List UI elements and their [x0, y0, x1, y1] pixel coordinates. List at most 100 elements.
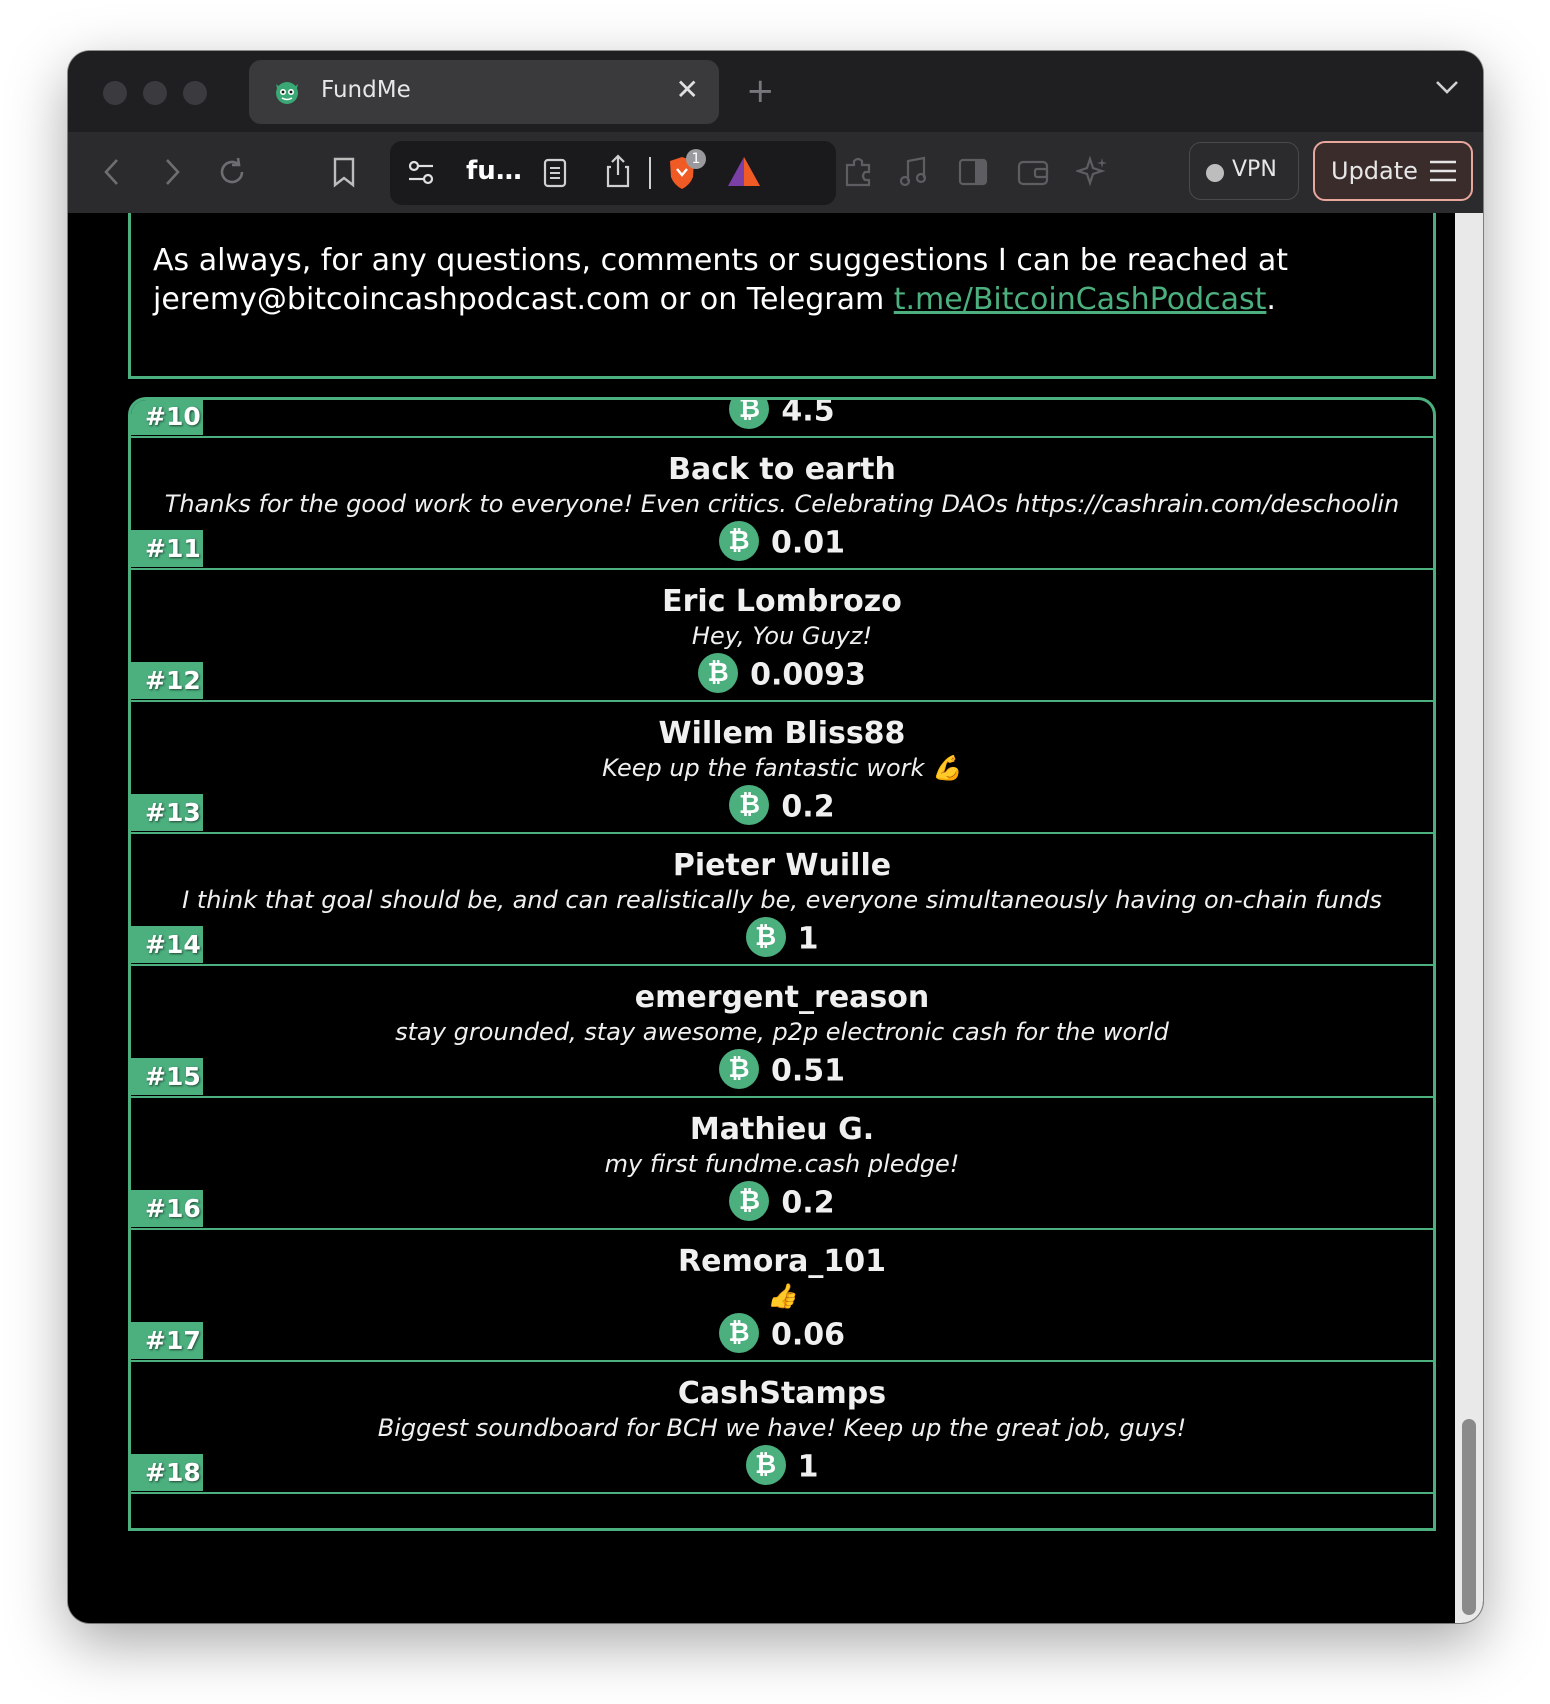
bitcoin-cash-icon: ₿	[718, 521, 759, 561]
sidebar-toggle-icon[interactable]	[953, 152, 993, 192]
pledge-rank-badge: #17	[131, 1322, 203, 1359]
close-window-button[interactable]	[103, 81, 127, 105]
pledge-amount: ₿ 4.5	[131, 397, 1433, 432]
hamburger-menu-icon	[1430, 160, 1456, 182]
pledge-name: CashStamps	[677, 1376, 887, 1411]
pledge-amount-value: 1	[797, 1449, 819, 1485]
pledge-amount-value: 0.2	[781, 789, 835, 825]
pledge-message: Hey, You Guyz!	[691, 622, 873, 650]
row-divider	[131, 1360, 1433, 1362]
pledge-rank-badge: #12	[131, 662, 203, 699]
pledge-amount-value: 0.01	[770, 525, 846, 561]
tab-title: FundMe	[321, 77, 411, 103]
pledge-name: Back to earth	[668, 452, 896, 487]
update-menu-button[interactable]: Update	[1313, 141, 1473, 201]
address-bar[interactable]: fu… 1	[390, 141, 836, 205]
site-settings-icon[interactable]	[406, 159, 436, 187]
pledge-rank-badge: #11	[131, 530, 203, 567]
toolbar: fu… 1 VPN Update	[68, 132, 1483, 213]
brave-rewards-icon[interactable]	[726, 155, 762, 189]
pledge-rank-badge: #16	[131, 1190, 203, 1227]
bitcoin-cash-icon: ₿	[729, 400, 770, 429]
pledge-amount: ₿ 0.01	[131, 521, 1433, 564]
pledge-amount-value: 4.5	[781, 397, 835, 429]
scrollbar[interactable]	[1455, 213, 1483, 1623]
pledge-message: 👍	[767, 1282, 797, 1310]
row-divider	[131, 568, 1433, 570]
pledge-rank-badge: #13	[131, 794, 203, 831]
pledge-amount-value: 0.0093	[750, 657, 866, 693]
pledge-message: my first fundme.cash pledge!	[604, 1150, 960, 1178]
pledge-message: Keep up the fantastic work 💪	[602, 754, 962, 782]
title-bar: FundMe ✕ +	[68, 51, 1483, 132]
bitcoin-cash-icon: ₿	[718, 1049, 759, 1089]
pledge-name: Mathieu G.	[689, 1112, 875, 1147]
leo-ai-icon[interactable]	[1073, 152, 1113, 192]
chevron-down-icon[interactable]	[1433, 77, 1461, 97]
pledge-name: Eric Lombrozo	[662, 584, 902, 619]
pledge-rank-badge: #15	[131, 1058, 203, 1095]
update-label: Update	[1331, 157, 1418, 185]
pledge-name: Remora_101	[678, 1244, 886, 1279]
forward-icon[interactable]	[152, 152, 192, 192]
scrollbar-thumb[interactable]	[1462, 1419, 1476, 1615]
pledge-amount-value: 0.51	[770, 1053, 846, 1089]
bitcoin-cash-icon: ₿	[745, 917, 786, 957]
pledge-amount-value: 0.2	[781, 1185, 835, 1221]
pledge-amount: ₿ 0.2	[131, 1181, 1433, 1224]
row-divider	[131, 964, 1433, 966]
pledge-amount-value: 0.06	[770, 1317, 846, 1353]
bitcoin-cash-icon: ₿	[698, 653, 739, 693]
browser-window: FundMe ✕ + fu… 1 VPN Update As always, f…	[68, 51, 1483, 1623]
pledge-amount: ₿ 1	[131, 917, 1433, 960]
pledge-amount: ₿ 0.0093	[131, 653, 1433, 696]
bitcoin-cash-icon: ₿	[745, 1445, 786, 1485]
row-divider	[131, 700, 1433, 702]
pledge-rank-badge: #18	[131, 1454, 203, 1491]
pledge-amount-value: 1	[797, 921, 819, 957]
reload-icon[interactable]	[212, 152, 252, 192]
pledge-amount: ₿ 0.06	[131, 1313, 1433, 1356]
pledge-rank-badge: #10	[131, 400, 203, 435]
pledge-message: Thanks for the good work to everyone! Ev…	[164, 490, 1400, 518]
bitcoin-cash-icon: ₿	[718, 1313, 759, 1353]
url-text[interactable]: fu…	[466, 156, 522, 186]
bitcoin-cash-icon: ₿	[729, 1181, 770, 1221]
pledge-message: Biggest soundboard for BCH we have! Keep…	[377, 1414, 1187, 1442]
pledge-amount: ₿ 0.51	[131, 1049, 1433, 1092]
pledge-name: Pieter Wuille	[672, 848, 892, 883]
pledge-rank-badge: #14	[131, 926, 203, 963]
wallet-icon[interactable]	[1013, 152, 1053, 192]
row-divider	[131, 1228, 1433, 1230]
vpn-label: VPN	[1232, 157, 1277, 182]
pledge-name: emergent_reason	[634, 980, 930, 1015]
pledge-amount: ₿ 1	[131, 1445, 1433, 1488]
media-icon[interactable]	[894, 152, 934, 192]
pledge-amount: ₿ 0.2	[131, 785, 1433, 828]
row-divider	[131, 1096, 1433, 1098]
share-icon[interactable]	[604, 153, 632, 189]
contact-info-box: As always, for any questions, comments o…	[128, 213, 1436, 379]
row-divider	[131, 436, 1433, 438]
pledge-list: ₿ 4.5 #10 Back to earth Thanks for the good …	[128, 397, 1436, 1531]
row-divider	[131, 832, 1433, 834]
browser-tab[interactable]: FundMe ✕	[249, 60, 719, 124]
pledge-name: Willem Bliss88	[658, 716, 906, 751]
contact-text: As always, for any questions, comments o…	[153, 243, 1288, 317]
row-divider	[131, 1492, 1433, 1494]
shields-count-badge: 1	[686, 149, 706, 169]
extensions-icon[interactable]	[838, 152, 878, 192]
vpn-status-icon	[1206, 164, 1224, 182]
pledge-message: I think that goal should be, and can rea…	[182, 886, 1382, 914]
zoom-window-button[interactable]	[183, 81, 207, 105]
new-tab-button[interactable]: +	[746, 71, 775, 111]
reader-mode-icon[interactable]	[542, 157, 568, 189]
pledge-message: stay grounded, stay awesome, p2p electro…	[395, 1018, 1169, 1046]
telegram-link[interactable]: t.me/BitcoinCashPodcast	[894, 282, 1267, 317]
fundme-favicon-icon	[276, 82, 298, 104]
vpn-button[interactable]: VPN	[1189, 142, 1299, 200]
tab-close-icon[interactable]: ✕	[676, 73, 699, 106]
bookmark-icon[interactable]	[324, 152, 364, 192]
back-icon[interactable]	[92, 152, 132, 192]
minimize-window-button[interactable]	[143, 81, 167, 105]
